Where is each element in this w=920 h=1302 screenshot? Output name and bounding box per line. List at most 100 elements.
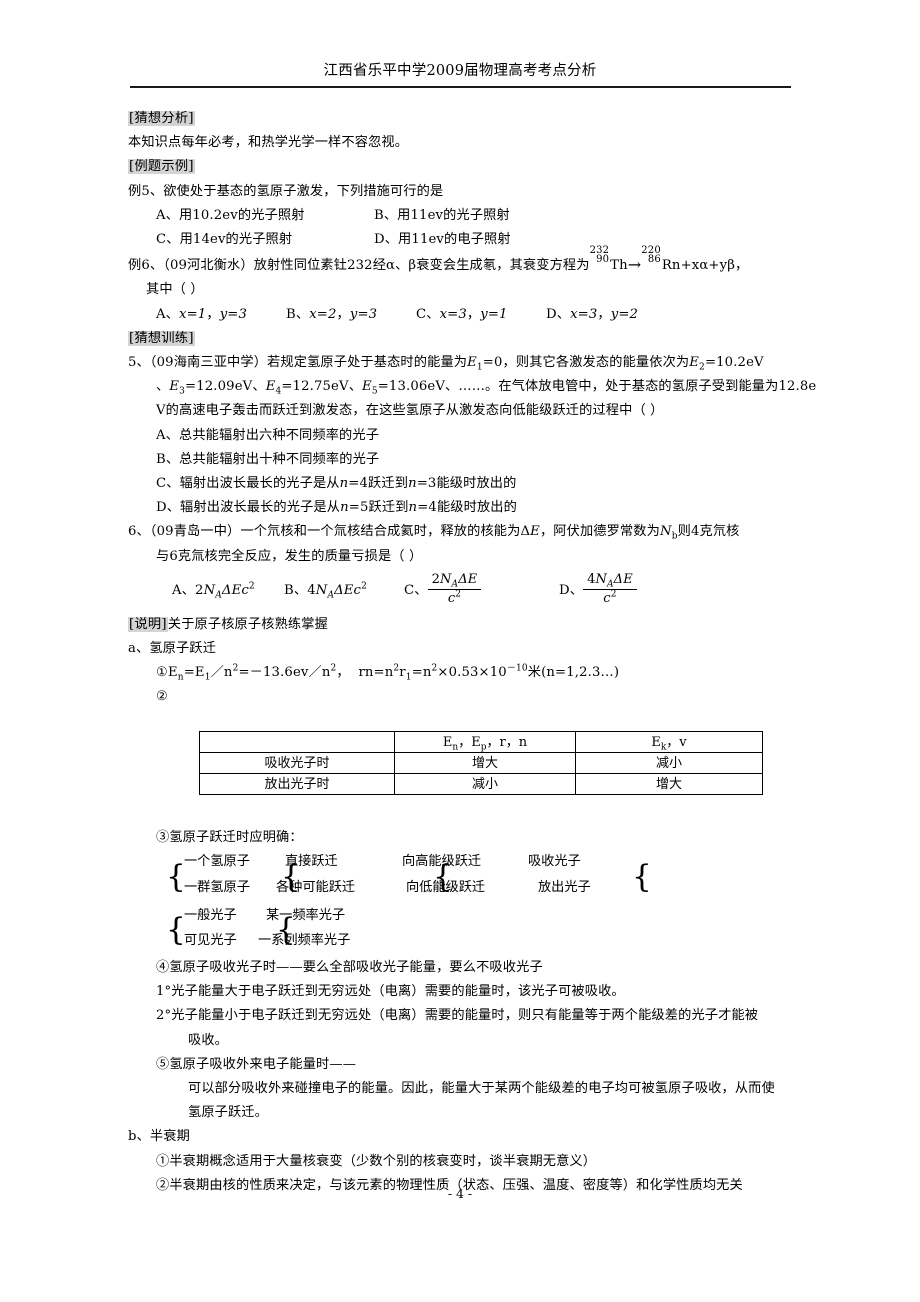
q5-opt-d-n2: n [408, 500, 418, 516]
table-row: 吸收光子时 增大 减小 [199, 752, 763, 774]
section-training: [猜想训练] [128, 327, 800, 351]
table-cell-absorb-kinetic: 减小 [575, 752, 763, 774]
example6-options: A、x=1，y=3 B、x=2，y=3 C、x=3，y=1 D、x=3，y=2 [128, 303, 800, 327]
question6-line1: 6、（09青岛一中）一个氘核和一个氚核结合成氦时，释放的核能为ΔE，阿伏加德罗常… [128, 520, 800, 544]
fraction-d: 4NAΔE c2 [583, 572, 637, 608]
g2-r1-c2: 某一频率光子 [266, 908, 346, 923]
transition-table: En，Ep，r，n Ek，v 吸收光子时 增大 减小 放出光子时 减小 增大 [199, 731, 763, 795]
example5-option-b: B、用11ev的光子照射 [374, 207, 510, 223]
example5-option-a: A、用10.2ev的光子照射 [156, 207, 305, 223]
question5-line2: 、E3=12.09eV、E4=12.75eV、E5=13.06eV、……。在气体… [128, 375, 816, 399]
q6-l1-b: ，阿伏加德罗常数为 [539, 524, 660, 540]
f1-r4: ×0.53×10 [437, 665, 507, 681]
example6-stem-post: 其中（ ） [146, 282, 204, 298]
question5-option-b: B、总共能辐射出十种不同频率的光子 [128, 448, 800, 472]
q5-opt-d-pre: D、辐射出波长最长的光子是从 [156, 500, 341, 516]
table-cell-emit-kinetic: 增大 [575, 773, 763, 795]
question6-options: A、2NAΔEc2 B、4NAΔEc2 C、 2NAΔE c2 D、 4NAΔE c2 [128, 569, 800, 613]
example5-options-row1: A、用10.2ev的光子照射 B、用11ev的光子照射 [128, 204, 800, 228]
note-item-5: ⑤氢原子吸收外来电子能量时—— [156, 1056, 357, 1072]
q5-text-a: 5、（09海南三亚中学）若规定氢原子处于基态时的能量为 [128, 355, 468, 371]
q5-opt-b-text: B、总共能辐射出十种不同频率的光子 [156, 451, 380, 467]
q5-opt-c-post: =3能级时放出的 [416, 476, 517, 492]
page-header-title: 江西省乐平中学2009届物理高考考点分析 [323, 63, 597, 79]
tag-example: [例题示例] [128, 159, 195, 175]
f1-eq1: =E [183, 665, 205, 681]
brace-diagram: ③氢原子跃迁时应明确： { 一个氢原子 一群氢原子 { 直接跃迁 各种可能跃迁 … [128, 826, 800, 1198]
note-item-5b: 氢原子跃迁。 [188, 1105, 269, 1121]
q5-opt-a-text: A、总共能辐射出六种不同频率的光子 [156, 427, 380, 443]
q6-option-d: D、 4NAΔE c2 [559, 569, 637, 613]
fraction-c: 2NAΔE c2 [427, 572, 482, 608]
f1-r: rn=n [358, 665, 394, 681]
g1-r2-c2: 各种可能跃迁 [276, 880, 356, 895]
q6-N: N [659, 524, 672, 540]
right-atomic-number: 86 [647, 254, 661, 266]
section-example: [例题示例] [128, 155, 800, 179]
note-item-4-2b: 吸收。 [188, 1032, 229, 1048]
q5-opt-d-post: =4能级时放出的 [417, 500, 517, 516]
note-item-3: ③氢原子跃迁时应明确： [156, 830, 303, 845]
q5-opt-d-mid: =5跃迁到 [348, 500, 409, 516]
q5-opt-c-n1: n [339, 476, 349, 492]
f1-comma: ， [336, 665, 350, 681]
example6-option-a: A、x=1，y=3 [156, 306, 248, 322]
header-divider [130, 86, 791, 88]
note-item-4-2a: 2°光子能量小于电子跃迁到无穷远处（电离）需要的能量时，则只有能量等于两个能级差… [156, 1008, 759, 1024]
section-guess-analysis: [猜想分析] [128, 107, 800, 131]
f1-slash2: ／n [308, 665, 331, 681]
g1-r1-c3: 向高能级跃迁 [402, 854, 482, 869]
table-cell-absorb-energy: 增大 [394, 752, 576, 774]
q6-l1-a: 6、（09青岛一中）一个氘核和一个氚核结合成氦时，释放的核能为Δ [128, 524, 531, 540]
g1-r2-c1: 一群氢原子 [184, 880, 250, 895]
right-symbol: Rn+xα+yβ [661, 258, 735, 274]
g2-r1-c1: 一般光子 [184, 908, 237, 923]
f1-E: E [167, 665, 178, 681]
left-nuclide-numbers: 232 90 [590, 246, 610, 271]
table-row: 放出光子时 减小 增大 [199, 773, 763, 795]
q5-E2: E [689, 355, 700, 371]
example6-stem: 例6、（09河北衡水）放射性同位素钍232经α、β衰变会生成氡，其衰变方程为 23… [128, 246, 800, 278]
marker-circle-1: ① [156, 665, 168, 681]
note-item-4-1: 1°光子能量大于电子跃迁到无穷远处（电离）需要的能量时，该光子可被吸收。 [156, 984, 625, 1000]
equation-trailing: ， [734, 258, 749, 274]
q5-l2-a: 、 [156, 379, 170, 395]
reaction-arrow-icon: → [627, 255, 642, 275]
guess-analysis-text: 本知识点每年必考，和热学光学一样不容忽视。 [128, 135, 409, 151]
g2-r2-c2: 一系列频率光子 [258, 933, 351, 948]
q5-E5: E [362, 379, 372, 395]
decay-equation: 232 90 Th→ 220 86 Rn+xα+yβ， [590, 246, 749, 278]
f1-eq2: =－13.6ev [238, 665, 309, 681]
example5-stem: 例5、欲使处于基态的氢原子激发，下列措施可行的是 [128, 183, 444, 199]
note-item-5a: 可以部分吸收外来碰撞电子的能量。因此，能量大于某两个能级差的电子均可被氢原子吸收… [188, 1081, 775, 1097]
example6-option-d: D、x=3，y=2 [546, 306, 639, 322]
q5-opt-c-mid: =4跃迁到 [348, 476, 409, 492]
q5-text-b: =0，则其它各激发态的能量依次为 [482, 355, 690, 371]
g1-r1-c1: 一个氢原子 [184, 854, 250, 869]
question5-option-c: C、辐射出波长最长的光子是从n=4跃迁到n=3能级时放出的 [128, 472, 800, 496]
note-item-a: a、氢原子跃迁 [128, 641, 217, 657]
q5-opt-d-n1: n [340, 500, 349, 516]
table-cell-emit-energy: 减小 [394, 773, 576, 795]
left-symbol: Th [610, 258, 628, 274]
q6-option-c: C、 2NAΔE c2 [404, 569, 559, 613]
g1-r1-c4: 吸收光子 [528, 854, 581, 869]
q6-option-a: A、2NAΔEc2 [172, 581, 255, 601]
transition-table-wrapper: En，Ep，r，n Ek，v 吸收光子时 增大 减小 放出光子时 减小 增大 [199, 731, 763, 795]
f1-r5: 米(n=1,2.3…) [527, 665, 620, 681]
table-header-energy: En，Ep，r，n [394, 731, 576, 753]
q6-l1-c: 则4克氘核 [677, 524, 740, 540]
question5-line1: 5、（09海南三亚中学）若规定氢原子处于基态时的能量为E1=0，则其它各激发态的… [128, 351, 800, 375]
note-item-4: ④氢原子吸收光子时——要么全部吸收光子能量，要么不吸收光子 [156, 960, 543, 975]
tag-training: [猜想训练] [128, 330, 195, 346]
q5-l2-b: =12.09eV、 [185, 379, 266, 395]
note-item-b: b、半衰期 [128, 1129, 190, 1145]
example5-options-row2: C、用14ev的光子照射 D、用11ev的电子照射 [128, 228, 800, 252]
table-row-label-emit: 放出光子时 [199, 773, 395, 795]
question5-option-d: D、辐射出波长最长的光子是从n=5跃迁到n=4能级时放出的 [128, 496, 800, 520]
g1-r2-c3: 向低能级跃迁 [406, 880, 486, 895]
q5-opt-c-n2: n [408, 476, 417, 492]
table-header-row: En，Ep，r，n Ek，v [199, 731, 763, 753]
note-formula-2-marker: ② [156, 689, 168, 705]
section-note: [说明]关于原子核原子核熟练掌握 [128, 613, 800, 637]
